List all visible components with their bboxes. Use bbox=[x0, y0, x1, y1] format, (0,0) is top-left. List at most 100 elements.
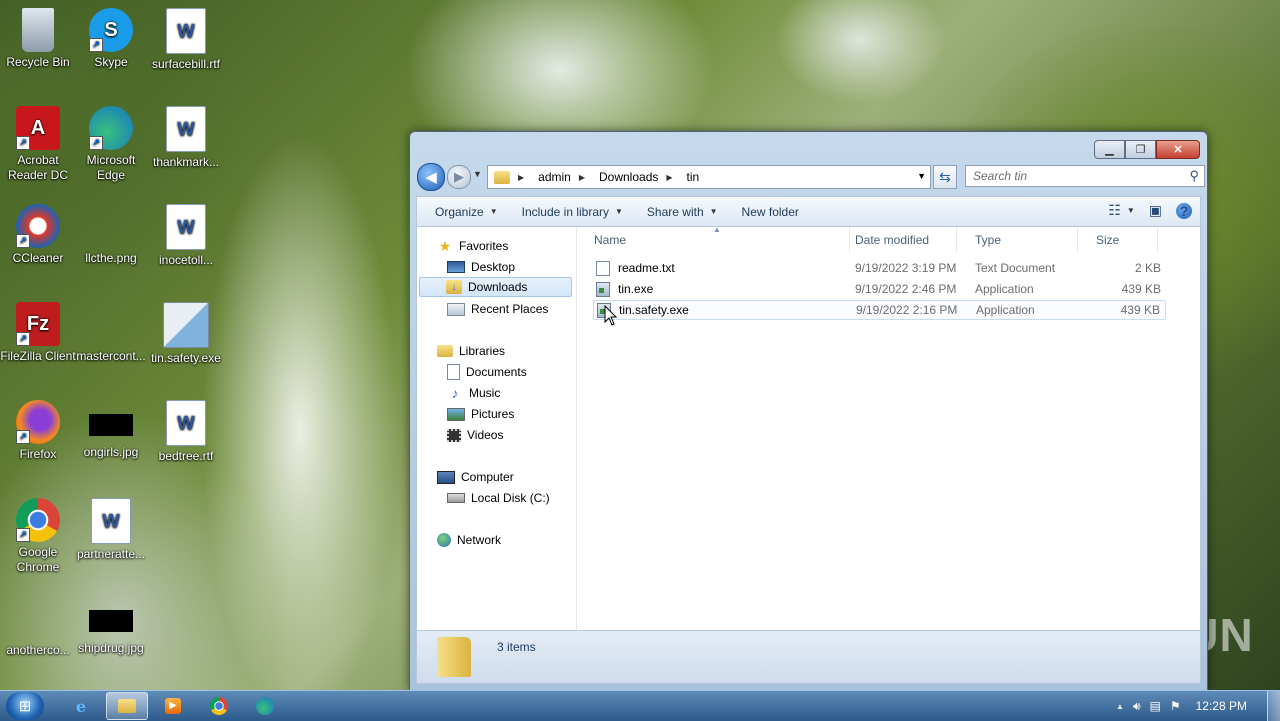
share-with-menu[interactable]: Share with ▼ bbox=[647, 205, 718, 219]
desktop-icon-recycle-bin[interactable]: Recycle Bin bbox=[0, 8, 76, 70]
change-view-icon[interactable]: ☷ bbox=[1108, 202, 1121, 219]
nav-favorites[interactable]: ★ Favorites bbox=[437, 236, 509, 256]
nav-documents[interactable]: Documents bbox=[447, 362, 527, 382]
mouse-pointer-icon bbox=[604, 305, 618, 326]
desktop-icon-firefox[interactable]: ↗ Firefox bbox=[0, 400, 76, 462]
music-icon: ♪ bbox=[451, 385, 459, 401]
breadcrumb-label: admin bbox=[538, 170, 571, 184]
desktop-icon-skype[interactable]: S ↗ Skype bbox=[73, 8, 149, 70]
network-status-icon[interactable]: ▤ bbox=[1150, 699, 1161, 713]
nav-libraries[interactable]: Libraries bbox=[437, 341, 505, 361]
column-header-size[interactable]: Size bbox=[1078, 227, 1158, 252]
desktop-icon-partneratte[interactable]: W partneratte... bbox=[73, 498, 149, 562]
desktop-icon-label: mastercont... bbox=[76, 349, 146, 363]
column-header-name[interactable]: Name bbox=[577, 227, 850, 252]
folder-icon bbox=[494, 170, 510, 184]
desktop-icon-mastercont[interactable]: mastercont... bbox=[73, 302, 149, 364]
file-row-readme[interactable]: readme.txt 9/19/2022 3:19 PM Text Docume… bbox=[593, 258, 1166, 278]
include-in-library-menu[interactable]: Include in library ▼ bbox=[522, 205, 623, 219]
desktop-icon-thankmark[interactable]: W thankmark... bbox=[148, 106, 224, 170]
ccleaner-icon: ↗ bbox=[16, 204, 60, 248]
forward-button[interactable]: ▶ bbox=[447, 165, 471, 189]
image-file-icon bbox=[89, 610, 133, 632]
breadcrumb-downloads[interactable]: Downloads ▶ bbox=[599, 170, 681, 184]
chevron-down-icon[interactable]: ▼ bbox=[1127, 206, 1135, 215]
desktop-icon-surfacebill[interactable]: W surfacebill.rtf bbox=[148, 8, 224, 72]
acrobat-icon: A ↗ bbox=[16, 106, 60, 150]
organize-menu[interactable]: Organize ▼ bbox=[435, 205, 498, 219]
desktop-icon-bedtree[interactable]: W bedtree.rtf bbox=[148, 400, 224, 464]
taskbar-chrome[interactable] bbox=[198, 692, 240, 720]
desktop-icon-label: Recycle Bin bbox=[6, 55, 70, 69]
desktop-icon-ccleaner[interactable]: ↗ CCleaner bbox=[0, 204, 76, 266]
nav-computer[interactable]: Computer bbox=[437, 467, 514, 487]
start-button[interactable]: ⊞ bbox=[6, 692, 44, 720]
clock[interactable]: 12:28 PM bbox=[1196, 699, 1247, 713]
nav-label: Desktop bbox=[471, 260, 516, 274]
desktop-icon-anotherco[interactable]: anotherco... bbox=[0, 596, 76, 658]
recent-pages-dropdown[interactable]: ▼ bbox=[473, 169, 482, 179]
action-center-icon[interactable]: ⚑ bbox=[1170, 699, 1181, 713]
nav-network[interactable]: Network bbox=[437, 530, 501, 550]
videos-icon bbox=[447, 428, 461, 442]
desktop-icon-llcthe[interactable]: llcthe.png bbox=[73, 204, 149, 266]
command-bar: Organize ▼ Include in library ▼ Share with… bbox=[416, 196, 1201, 227]
desktop-icon-chrome[interactable]: ↗ Google Chrome bbox=[0, 498, 76, 575]
refresh-button[interactable]: ⇆ bbox=[933, 165, 957, 189]
column-header-type[interactable]: Type bbox=[957, 227, 1078, 252]
column-header-date-modified[interactable]: Date modified bbox=[837, 227, 957, 252]
close-button[interactable]: ✕ bbox=[1156, 140, 1200, 159]
refresh-icon: ⇆ bbox=[939, 168, 951, 185]
maximize-button[interactable]: ❐ bbox=[1125, 140, 1156, 159]
file-row-tin-exe[interactable]: tin.exe 9/19/2022 2:46 PM Application 43… bbox=[593, 279, 1166, 299]
chevron-down-icon: ▼ bbox=[709, 207, 718, 216]
back-button[interactable]: ◀ bbox=[417, 163, 445, 191]
desktop-icon-acrobat[interactable]: A ↗ Acrobat Reader DC bbox=[0, 106, 76, 183]
show-hidden-icons-icon[interactable]: ▲ bbox=[1116, 702, 1124, 711]
search-input[interactable]: Search tin ⚲ bbox=[965, 165, 1205, 187]
nav-downloads[interactable]: ↓ Downloads bbox=[419, 277, 572, 297]
nav-local-disk[interactable]: Local Disk (C:) bbox=[447, 488, 550, 508]
desktop-icon-edge[interactable]: ↗ Microsoft Edge bbox=[73, 106, 149, 183]
chevron-down-icon: ▼ bbox=[489, 207, 498, 216]
recent-places-icon bbox=[447, 302, 465, 316]
nav-music[interactable]: ♪ Music bbox=[447, 383, 501, 403]
breadcrumb-root-chevron[interactable]: ▶ bbox=[516, 173, 532, 182]
new-folder-button[interactable]: New folder bbox=[742, 205, 799, 219]
desktop-icon-label: CCleaner bbox=[12, 251, 64, 265]
preview-pane-icon[interactable]: ▣ bbox=[1149, 202, 1162, 219]
desktop-icon-tin-safety[interactable]: tin.safety.exe bbox=[148, 302, 224, 366]
taskbar-internet-explorer[interactable]: e bbox=[60, 692, 102, 720]
file-row-tin-safety-exe[interactable]: tin.safety.exe 9/19/2022 2:16 PM Applica… bbox=[593, 300, 1166, 320]
nav-recent-places[interactable]: Recent Places bbox=[447, 299, 548, 319]
volume-icon[interactable]: 🔊︎ bbox=[1133, 699, 1141, 714]
taskbar: ⊞ e ▶ ▲ 🔊︎ ▤ ⚑ 12:28 PM bbox=[0, 690, 1280, 721]
minimize-button[interactable]: ▁ bbox=[1094, 140, 1125, 159]
file-date: 9/19/2022 2:16 PM bbox=[856, 303, 958, 317]
desktop-icon-inocetoll[interactable]: W inocetoll... bbox=[148, 204, 224, 268]
desktop-icon-label: Acrobat Reader DC bbox=[7, 153, 69, 182]
nav-pictures[interactable]: Pictures bbox=[447, 404, 514, 424]
nav-videos[interactable]: Videos bbox=[447, 425, 503, 445]
breadcrumb-admin[interactable]: admin ▶ bbox=[538, 170, 593, 184]
show-desktop-button[interactable] bbox=[1267, 691, 1280, 721]
taskbar-edge[interactable] bbox=[244, 692, 286, 720]
nav-desktop[interactable]: Desktop bbox=[447, 257, 515, 277]
desktop-icon-shipdrug[interactable]: shipdrug.jpg bbox=[73, 596, 149, 656]
firefox-icon: ↗ bbox=[16, 400, 60, 444]
breadcrumb-label: tin bbox=[686, 170, 700, 184]
taskbar-explorer[interactable] bbox=[106, 692, 148, 720]
network-icon bbox=[437, 533, 451, 547]
desktop-icon-filezilla[interactable]: Fz ↗ FileZilla Client bbox=[0, 302, 76, 364]
chevron-down-icon: ▼ bbox=[615, 207, 623, 216]
address-bar[interactable]: ▶ admin ▶ Downloads ▶ tin ▼ bbox=[487, 165, 931, 189]
taskbar-media-player[interactable]: ▶ bbox=[152, 692, 194, 720]
address-dropdown-icon[interactable]: ▼ bbox=[917, 171, 926, 181]
file-icon bbox=[16, 596, 60, 640]
breadcrumb-tin[interactable]: tin bbox=[687, 170, 700, 184]
word-document-icon: W bbox=[166, 204, 206, 250]
help-icon[interactable]: ? bbox=[1176, 202, 1192, 219]
include-label: Include in library bbox=[521, 204, 609, 219]
back-arrow-icon: ◀ bbox=[425, 169, 437, 186]
desktop-icon-ongirls[interactable]: ongirls.jpg bbox=[73, 400, 149, 460]
